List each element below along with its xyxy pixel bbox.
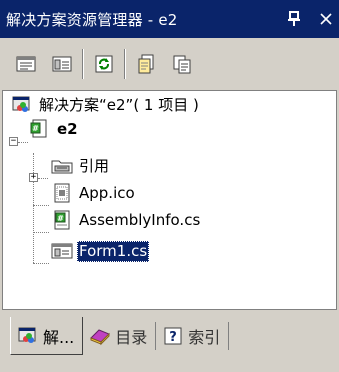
tree-node-assemblyinfo[interactable]: # AssemblyInfo.cs [51,208,202,232]
tree-node-references[interactable]: 引用 [51,154,111,178]
cs-file-icon: # [51,209,73,231]
tree-connector [33,205,49,206]
tab-index[interactable]: ? 索引 [156,322,230,350]
svg-text:#: # [32,124,39,133]
solution-label: 解决方案“e2”( 1 项目 ) [39,95,199,114]
references-expand-toggle[interactable]: + [29,173,38,182]
explorer-toolbar [0,38,339,90]
solution-tree[interactable]: 解决方案“e2”( 1 项目 ) − # e2 + 引用 App.ico # A… [2,90,337,310]
tab-contents[interactable]: 目录 [83,322,157,350]
index-help-icon: ? [162,325,184,347]
project-label: e2 [57,119,78,138]
refresh-icon[interactable] [90,50,118,78]
references-label: 引用 [79,156,110,175]
tab-solution-explorer[interactable]: 解... [10,317,84,355]
form-file-icon [51,240,73,262]
references-folder-icon [51,155,73,177]
pin-icon[interactable] [285,10,303,28]
tab-index-label: 索引 [188,328,221,347]
project-collapse-toggle[interactable]: − [9,137,18,146]
solution-icon [11,94,33,116]
toolbar-separator [124,49,126,79]
tree-connector [33,153,34,263]
csharp-project-icon: # [29,118,51,140]
tree-node-form1[interactable]: Form1.cs [51,239,150,263]
panel-title-bar[interactable]: 解决方案资源管理器 - e2 [0,0,339,38]
properties-icon[interactable] [12,50,40,78]
tab-solution-label: 解... [43,327,75,347]
ico-file-icon [51,182,73,204]
toolbar-separator [82,49,84,79]
close-icon[interactable] [317,10,335,28]
view-designer-icon[interactable] [168,50,196,78]
tree-connector [33,263,49,264]
svg-text:?: ? [170,330,178,345]
form1-label: Form1.cs [77,240,150,262]
tree-node-solution[interactable]: 解决方案“e2”( 1 项目 ) [11,93,201,117]
contents-book-icon [89,325,111,347]
view-code-icon[interactable] [132,50,160,78]
tree-connector [38,178,48,179]
tree-connector [33,232,49,233]
assemblyinfo-label: AssemblyInfo.cs [79,210,201,229]
solution-explorer-icon [17,325,39,347]
app-ico-label: App.ico [79,183,135,202]
show-all-files-icon[interactable] [48,50,76,78]
solution-explorer-panel: 解决方案资源管理器 - e2 解决方案“e2”(1 项目) − # e2 +… [0,0,339,372]
svg-text:#: # [57,214,64,223]
tree-node-project[interactable]: # e2 [29,117,80,141]
tab-contents-label: 目录 [115,328,148,347]
panel-title: 解决方案资源管理器 - e2 [6,10,178,29]
tree-connector [18,142,28,143]
tree-node-app-ico[interactable]: App.ico [51,181,137,205]
bottom-tab-strip: 解... 目录 ? 索引 [0,317,339,358]
